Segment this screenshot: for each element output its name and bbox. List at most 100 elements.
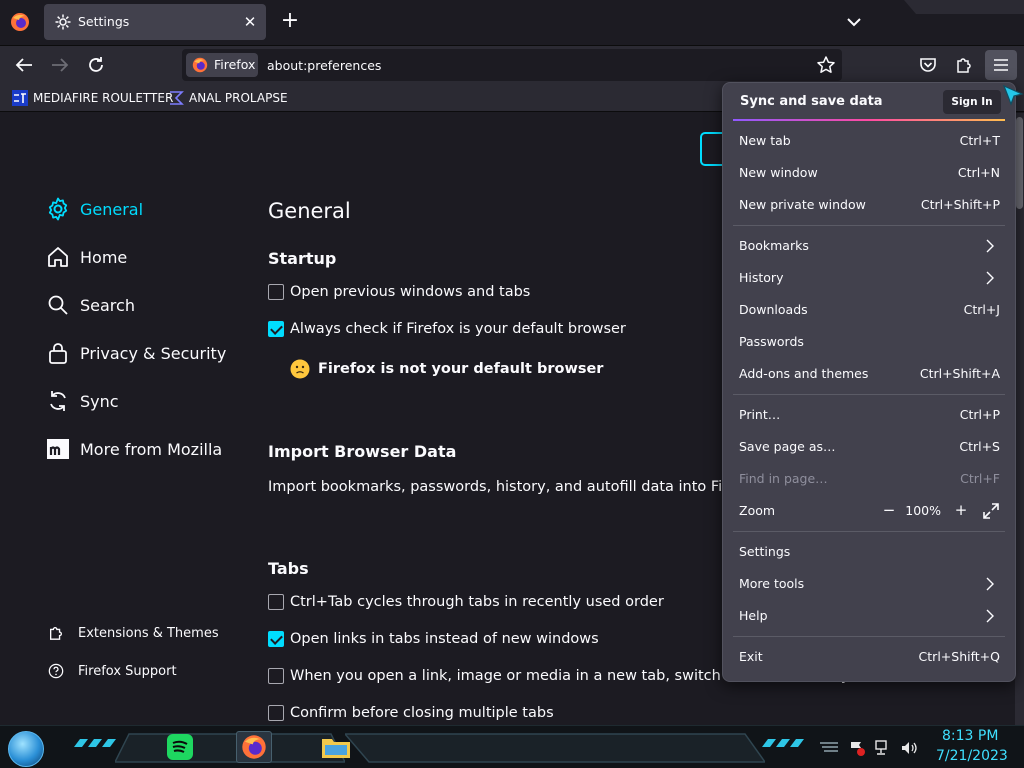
taskbar-spotify[interactable] bbox=[162, 731, 198, 763]
menu-help[interactable]: Help bbox=[723, 600, 1015, 632]
titlebar-ornament bbox=[904, 0, 1024, 14]
menu-shortcut: Ctrl+F bbox=[960, 471, 1000, 486]
pocket-button[interactable] bbox=[915, 53, 941, 77]
chevron-right-icon bbox=[986, 577, 994, 591]
menu-shortcut: Ctrl+N bbox=[957, 165, 1000, 180]
open-links-checkbox[interactable] bbox=[268, 631, 284, 647]
category-sync[interactable]: Sync bbox=[46, 389, 119, 413]
menu-history[interactable]: History bbox=[723, 262, 1015, 294]
firefox-view-icon[interactable] bbox=[10, 12, 30, 32]
ctrl-tab-checkbox[interactable] bbox=[268, 594, 284, 610]
menu-label: Zoom bbox=[739, 503, 776, 518]
action-center-flag-icon[interactable] bbox=[848, 739, 866, 757]
reload-button[interactable] bbox=[83, 53, 109, 77]
lock-icon bbox=[49, 343, 67, 364]
open-previous-windows-option[interactable]: Open previous windows and tabs bbox=[268, 284, 530, 300]
show-hidden-icons-icon[interactable] bbox=[818, 741, 840, 755]
back-arrow-icon bbox=[15, 58, 32, 72]
extensions-themes-link[interactable]: Extensions & Themes bbox=[48, 625, 219, 641]
tab-close-button[interactable]: ✕ bbox=[240, 12, 260, 32]
url-input[interactable]: about:preferences bbox=[267, 58, 381, 73]
menu-exit[interactable]: Exit Ctrl+Shift+Q bbox=[723, 641, 1015, 673]
firefox-icon bbox=[242, 735, 266, 759]
open-links-in-tabs-option[interactable]: Open links in tabs instead of new window… bbox=[268, 631, 599, 647]
gear-icon bbox=[55, 14, 71, 30]
menu-label: Exit bbox=[739, 649, 763, 664]
menu-label: Downloads bbox=[739, 302, 808, 317]
fullscreen-icon[interactable] bbox=[981, 501, 1001, 521]
menu-addons-themes[interactable]: Add-ons and themes Ctrl+Shift+A bbox=[723, 358, 1015, 390]
sync-divider bbox=[733, 119, 1005, 121]
scrollbar-thumb[interactable] bbox=[1016, 117, 1023, 209]
menu-bookmarks[interactable]: Bookmarks bbox=[723, 230, 1015, 262]
menu-passwords[interactable]: Passwords bbox=[723, 326, 1015, 358]
confirm-close-tabs-option[interactable]: Confirm before closing multiple tabs bbox=[268, 705, 554, 721]
confirm-close-checkbox[interactable] bbox=[268, 705, 284, 721]
menu-label: History bbox=[739, 270, 784, 285]
page-scrollbar[interactable] bbox=[1015, 113, 1024, 725]
url-bar[interactable]: Firefox about:preferences bbox=[182, 49, 842, 81]
option-label: Confirm before closing multiple tabs bbox=[290, 705, 554, 721]
menu-new-window[interactable]: New window Ctrl+N bbox=[723, 157, 1015, 189]
category-home[interactable]: Home bbox=[46, 245, 127, 269]
ctrl-tab-option[interactable]: Ctrl+Tab cycles through tabs in recently… bbox=[268, 594, 664, 610]
option-label: Ctrl+Tab cycles through tabs in recently… bbox=[290, 594, 664, 610]
always-check-default-option[interactable]: Always check if Firefox is your default … bbox=[268, 321, 626, 337]
bookmark-mediafire-rouletter[interactable]: MEDIAFIRE ROULETTER bbox=[12, 89, 173, 107]
bookmark-label: ANAL PROLAPSE bbox=[189, 91, 288, 105]
mouse-cursor-icon bbox=[1002, 84, 1024, 106]
category-search[interactable]: Search bbox=[46, 293, 135, 317]
open-application-menu-button[interactable] bbox=[985, 50, 1017, 80]
firefox-support-link[interactable]: Firefox Support bbox=[48, 663, 177, 679]
menu-shortcut: Ctrl+S bbox=[959, 439, 1000, 454]
sign-in-button[interactable]: Sign In bbox=[943, 90, 1001, 114]
menu-label: New tab bbox=[739, 133, 791, 148]
not-default-browser-message: Firefox is not your default browser bbox=[290, 359, 603, 379]
menu-downloads[interactable]: Downloads Ctrl+J bbox=[723, 294, 1015, 326]
start-button[interactable] bbox=[8, 731, 44, 767]
menu-save-page[interactable]: Save page as… Ctrl+S bbox=[723, 431, 1015, 463]
always-check-checkbox[interactable] bbox=[268, 321, 284, 337]
firefox-icon bbox=[192, 57, 208, 73]
menu-find-in-page: Find in page… Ctrl+F bbox=[723, 463, 1015, 495]
list-all-tabs-chevron-icon[interactable] bbox=[842, 12, 866, 32]
category-general[interactable]: General bbox=[46, 197, 143, 221]
extensions-button[interactable] bbox=[951, 53, 977, 77]
tabs-heading: Tabs bbox=[268, 559, 309, 578]
category-label: Sync bbox=[80, 391, 119, 411]
taskbar-firefox[interactable] bbox=[236, 731, 272, 763]
bookmark-star-icon[interactable] bbox=[816, 55, 836, 75]
menu-new-private-window[interactable]: New private window Ctrl+Shift+P bbox=[723, 189, 1015, 221]
category-privacy-security[interactable]: Privacy & Security bbox=[46, 341, 226, 365]
open-previous-checkbox[interactable] bbox=[268, 284, 284, 300]
forward-button[interactable] bbox=[47, 53, 73, 77]
menu-shortcut: Ctrl+J bbox=[963, 302, 1000, 317]
zoom-out-button[interactable]: − bbox=[879, 501, 899, 521]
new-tab-button[interactable]: + bbox=[278, 10, 302, 34]
volume-icon[interactable] bbox=[900, 739, 918, 757]
menu-more-tools[interactable]: More tools bbox=[723, 568, 1015, 600]
menu-print[interactable]: Print… Ctrl+P bbox=[723, 399, 1015, 431]
page-title: General bbox=[268, 199, 351, 223]
zoom-reset-button[interactable]: 100% bbox=[905, 503, 941, 518]
category-label: Search bbox=[80, 295, 135, 315]
zoom-in-button[interactable]: + bbox=[951, 501, 971, 521]
identity-box[interactable]: Firefox bbox=[186, 53, 258, 77]
bookmark-label: MEDIAFIRE ROULETTER bbox=[33, 91, 174, 105]
menu-label: New window bbox=[739, 165, 818, 180]
sync-header: Sync and save data Sign In bbox=[723, 83, 1015, 121]
option-label: Open links in tabs instead of new window… bbox=[290, 631, 599, 647]
category-more-from-mozilla[interactable]: More from Mozilla bbox=[46, 437, 222, 461]
switch-to-tab-checkbox[interactable] bbox=[268, 668, 284, 684]
bookmark-anal-prolapse[interactable]: ANAL PROLAPSE bbox=[168, 89, 288, 107]
menu-new-tab[interactable]: New tab Ctrl+T bbox=[723, 125, 1015, 157]
clock-time[interactable]: 8:13 PM bbox=[942, 728, 998, 744]
tab-settings[interactable]: Settings ✕ bbox=[44, 4, 266, 40]
menu-separator bbox=[733, 531, 1005, 532]
network-icon[interactable] bbox=[874, 739, 892, 757]
clock-date[interactable]: 7/21/2023 bbox=[936, 748, 1008, 764]
menu-shortcut: Ctrl+T bbox=[959, 133, 1000, 148]
help-icon bbox=[48, 663, 64, 679]
back-button[interactable] bbox=[11, 53, 37, 77]
menu-settings[interactable]: Settings bbox=[723, 536, 1015, 568]
